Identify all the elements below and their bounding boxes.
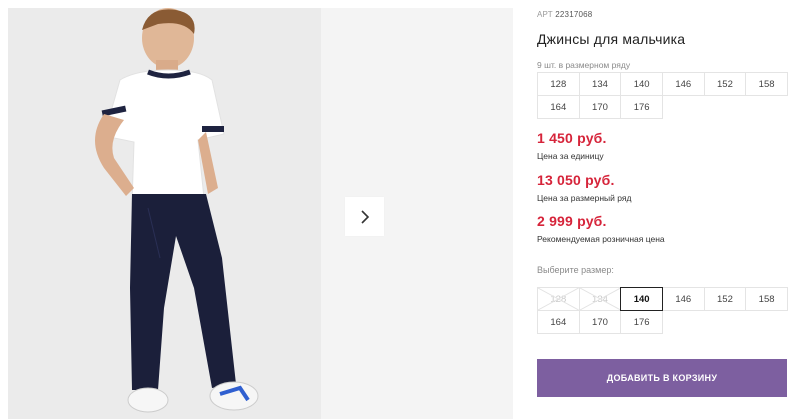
product-info: АРТ 22317068 Джинсы для мальчика 9 шт. в… <box>537 0 800 419</box>
size-row-cell: 134 <box>578 72 622 96</box>
size-row-cell: 164 <box>537 95 580 119</box>
size-option-170[interactable]: 170 <box>578 310 622 334</box>
add-to-cart-button[interactable]: ДОБАВИТЬ В КОРЗИНУ <box>537 359 787 397</box>
size-row-note: 9 шт. в размерном ряду <box>537 60 631 70</box>
size-option-158[interactable]: 158 <box>745 287 788 311</box>
product-gallery <box>0 0 513 419</box>
retail-price-label: Рекомендуемая розничная цена <box>537 234 665 244</box>
size-option-140[interactable]: 140 <box>620 287 663 311</box>
article-value: 22317068 <box>555 10 593 19</box>
strike-icon <box>538 288 579 310</box>
row-price: 13 050 руб. <box>537 172 615 188</box>
size-row-grid: 128 134 140 146 152 158 164 170 176 <box>537 72 788 119</box>
unit-price: 1 450 руб. <box>537 130 607 146</box>
size-option-164[interactable]: 164 <box>537 310 580 334</box>
size-row-cell: 176 <box>620 95 663 119</box>
size-option-146[interactable]: 146 <box>661 287 705 311</box>
size-option-176[interactable]: 176 <box>620 310 663 334</box>
unit-price-label: Цена за единицу <box>537 151 604 161</box>
article-number: АРТ 22317068 <box>537 10 592 19</box>
size-option-128: 128 <box>537 287 580 311</box>
size-row-cell: 158 <box>745 72 788 96</box>
size-row-cell: 152 <box>703 72 747 96</box>
row-price-label: Цена за размерный ряд <box>537 193 632 203</box>
size-option-134: 134 <box>578 287 622 311</box>
size-row-cell: 140 <box>620 72 663 96</box>
size-row-cell: 128 <box>537 72 580 96</box>
size-option-152[interactable]: 152 <box>703 287 747 311</box>
retail-price: 2 999 руб. <box>537 213 607 229</box>
boy-in-jeans-image <box>8 8 321 419</box>
choose-size-label: Выберите размер: <box>537 265 614 275</box>
strike-icon <box>579 288 621 310</box>
product-photo[interactable] <box>8 8 321 419</box>
product-title: Джинсы для мальчика <box>537 31 686 47</box>
article-prefix: АРТ <box>537 10 553 19</box>
size-row-cell: 170 <box>578 95 622 119</box>
next-image-button[interactable] <box>345 197 384 236</box>
size-selector: 128 134 140 146 152 158 164 170 176 <box>537 287 788 334</box>
chevron-right-icon <box>360 209 369 224</box>
size-row-cell: 146 <box>661 72 705 96</box>
